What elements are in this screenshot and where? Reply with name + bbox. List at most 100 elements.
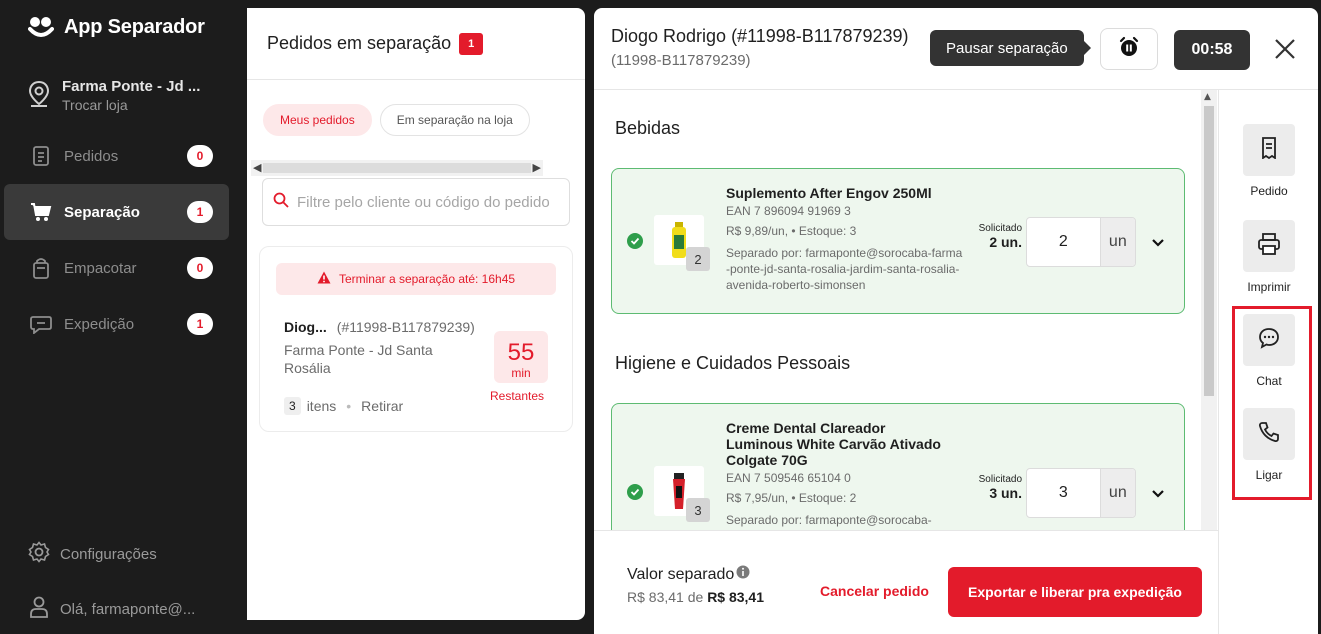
product-name: Creme Dental Clareador Luminous White Ca… xyxy=(726,420,941,468)
remaining-time: 55 min xyxy=(494,331,548,383)
bag-icon xyxy=(30,257,52,279)
value-from: R$ 83,41 de xyxy=(627,589,704,605)
value-total: R$ 83,41 xyxy=(707,589,765,605)
nav-item-pedidos[interactable]: Pedidos 0 xyxy=(4,128,229,184)
quantity-unit: un xyxy=(1099,469,1135,517)
order-store: Farma Ponte - Jd Santa Rosália xyxy=(284,342,433,376)
nav-count-badge: 0 xyxy=(187,257,213,279)
pause-tooltip: Pausar separação xyxy=(930,30,1091,66)
cancel-order-button[interactable]: Cancelar pedido xyxy=(820,583,929,599)
chevron-down-icon[interactable] xyxy=(1150,485,1166,501)
tab-em-separacao-na-loja[interactable]: Em separação na loja xyxy=(379,104,530,136)
orders-title: Pedidos em separação xyxy=(267,33,452,53)
quantity-value[interactable]: 2 xyxy=(1027,218,1100,266)
product-qty-badge: 3 xyxy=(686,498,710,522)
nav-label: Pedidos xyxy=(64,147,119,165)
scroll-right-icon[interactable]: ▶ xyxy=(533,161,541,174)
order-receipt-button[interactable] xyxy=(1243,124,1295,176)
export-release-button[interactable]: Exportar e liberar pra expedição xyxy=(948,567,1202,617)
requested-label: Solicitado xyxy=(978,223,1022,234)
user-icon xyxy=(28,596,50,622)
receipt-icon xyxy=(1260,137,1278,163)
check-icon xyxy=(627,484,643,500)
location-pin-icon xyxy=(28,80,50,108)
app-brand: App Separador xyxy=(28,14,205,40)
scrollbar-thumb[interactable] xyxy=(263,163,531,173)
items-list[interactable]: Bebidas 2 Suplemento After Engov 250Ml E… xyxy=(594,90,1218,530)
delivery-type: Retirar xyxy=(361,398,404,414)
print-button[interactable] xyxy=(1243,220,1295,272)
scrollbar-thumb[interactable] xyxy=(1204,106,1214,396)
nav-item-separacao[interactable]: Separação 1 xyxy=(4,184,229,240)
orders-panel: Pedidos em separação 1 Meus pedidos Em s… xyxy=(247,8,585,620)
order-code: (#11998-B117879239) xyxy=(336,319,475,335)
cart-icon xyxy=(30,201,52,223)
warning-icon xyxy=(317,271,331,287)
printer-icon xyxy=(1258,233,1280,259)
nav-label: Expedição xyxy=(64,315,135,333)
user-greeting: Olá, farmaponte@... xyxy=(60,600,196,618)
deadline-text: Terminar a separação até: 16h45 xyxy=(338,272,516,286)
customer-name: Diog... xyxy=(284,319,327,335)
horizontal-scrollbar[interactable]: ◀ ▶ xyxy=(251,160,543,176)
info-icon[interactable] xyxy=(736,565,750,584)
remaining-minutes: 55 xyxy=(507,339,535,366)
chat-bubble-icon xyxy=(30,313,52,335)
product-item[interactable]: 2 Suplemento After Engov 250Ml EAN 7 896… xyxy=(611,168,1185,314)
contact-actions-highlight xyxy=(1232,306,1312,500)
store-switcher[interactable]: Farma Ponte - Jd ... Trocar loja xyxy=(28,78,200,113)
app-name: App Separador xyxy=(64,15,205,38)
product-name: Suplemento After Engov 250Ml xyxy=(726,185,932,201)
user-menu[interactable]: Olá, farmaponte@... xyxy=(28,596,195,622)
close-icon xyxy=(1274,38,1296,64)
separation-timer: 00:58 xyxy=(1174,30,1250,70)
orders-tabs: Meus pedidos Em separação na loja xyxy=(263,104,530,136)
requested-qty: Solicitado 3 un. xyxy=(979,474,1022,501)
scroll-up-icon[interactable]: ▲ xyxy=(1204,92,1211,102)
section-title-higiene: Higiene e Cuidados Pessoais xyxy=(615,353,851,373)
gear-icon xyxy=(28,541,50,567)
quantity-input[interactable]: 2 un xyxy=(1026,217,1136,267)
app-logo-icon xyxy=(28,15,54,39)
search-input[interactable] xyxy=(297,193,557,211)
items-count: 3 xyxy=(284,397,301,415)
detail-customer: Diogo Rodrigo (#11998-B117879239) xyxy=(611,26,909,46)
nav-label: Empacotar xyxy=(64,259,137,277)
orders-header: Pedidos em separação 1 xyxy=(247,8,585,80)
product-item[interactable]: 3 Creme Dental Clareador Luminous White … xyxy=(611,403,1185,530)
separator-dot: • xyxy=(346,398,352,414)
check-icon xyxy=(627,233,643,249)
value-separated-amount: R$ 83,41 de R$ 83,41 xyxy=(627,589,764,605)
quantity-input[interactable]: 3 un xyxy=(1026,468,1136,518)
nav-count-badge: 1 xyxy=(187,313,213,335)
pause-button[interactable] xyxy=(1100,28,1158,70)
nav-count-badge: 1 xyxy=(187,201,213,223)
requested-value: 2 un. xyxy=(989,234,1022,250)
settings-label: Configurações xyxy=(60,545,157,563)
nav-item-empacotar[interactable]: Empacotar 0 xyxy=(4,240,229,296)
product-info: Creme Dental Clareador Luminous White Ca… xyxy=(726,420,966,528)
rail-label-pedido: Pedido xyxy=(1250,184,1288,198)
close-button[interactable] xyxy=(1270,36,1300,66)
nav-count-badge: 0 xyxy=(187,145,213,167)
rail-label-imprimir: Imprimir xyxy=(1247,280,1291,294)
order-search xyxy=(262,178,570,226)
scroll-left-icon[interactable]: ◀ xyxy=(253,161,261,174)
quantity-value[interactable]: 3 xyxy=(1027,469,1100,517)
section-title-bebidas: Bebidas xyxy=(615,118,681,138)
search-icon xyxy=(273,192,289,212)
requested-label: Solicitado xyxy=(978,474,1022,485)
order-card[interactable]: Terminar a separação até: 16h45 Diog... (… xyxy=(259,246,573,432)
tab-meus-pedidos[interactable]: Meus pedidos xyxy=(263,104,372,136)
change-store-link[interactable]: Trocar loja xyxy=(62,97,200,113)
nav-item-expedicao[interactable]: Expedição 1 xyxy=(4,296,229,352)
product-ean: EAN 7 509546 65104 0 xyxy=(726,471,851,485)
detail-code: (11998-B117879239) xyxy=(611,52,751,69)
settings-link[interactable]: Configurações xyxy=(28,541,157,567)
requested-value: 3 un. xyxy=(989,485,1022,501)
store-name: Farma Ponte - Jd ... xyxy=(62,78,201,95)
product-qty-badge: 2 xyxy=(686,247,710,271)
sidebar: App Separador Farma Ponte - Jd ... Troca… xyxy=(0,0,247,634)
chevron-down-icon[interactable] xyxy=(1150,234,1166,250)
vertical-scrollbar[interactable]: ▲ xyxy=(1201,90,1217,530)
